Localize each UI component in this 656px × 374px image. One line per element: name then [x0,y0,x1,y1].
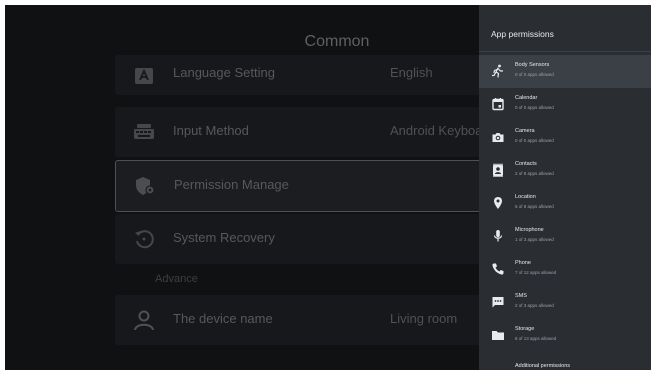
menu-item-device-name[interactable]: The device name Living room [115,295,485,345]
camera-icon [492,133,504,142]
permission-name: Location [515,194,536,200]
keyboard-icon [134,124,154,139]
permission-name: Camera [515,128,535,134]
permission-count: 8 of 13 apps allowed [515,336,557,341]
permission-item-phone[interactable]: Phone 7 of 12 apps allowed [479,253,651,286]
permission-name: Microphone [515,227,544,233]
menu-item-language[interactable]: Language Setting English [115,55,485,95]
permission-count: 5 of 8 apps allowed [515,204,554,209]
permission-item-camera[interactable]: Camera 0 of 0 apps allowed [479,121,651,154]
calendar-icon [492,98,504,111]
permission-name: Body Sensors [515,62,550,68]
sms-icon [492,297,504,308]
permission-name: SMS [515,293,527,299]
menu-item-input-method[interactable]: Input Method Android Keyboard [115,107,494,157]
permission-name: Phone [515,260,531,266]
permission-count: 2 of 3 apps allowed [515,303,554,308]
permission-item-body-sensors[interactable]: Body Sensors 0 of 0 apps allowed [479,55,651,88]
section-header-advance: Advance [155,273,198,285]
permission-count: 2 of 8 apps allowed [515,171,554,176]
permission-item-sms[interactable]: SMS 2 of 3 apps allowed [479,286,651,319]
restore-icon [135,230,154,249]
menu-item-permission-manage[interactable]: Permission Manage [115,160,487,212]
permission-name: Additional permissions [515,363,571,369]
menu-item-label: System Recovery [173,230,275,245]
settings-background: Common Language Setting English Input Me… [5,5,494,370]
menu-item-label: The device name [173,311,273,326]
divider [479,51,651,52]
microphone-icon [493,230,503,242]
permission-item-contacts[interactable]: Contacts 2 of 8 apps allowed [479,154,651,187]
permission-item-additional[interactable]: Additional permissions [479,352,651,370]
menu-item-label: Permission Manage [174,177,289,192]
permission-count: 7 of 12 apps allowed [515,270,557,275]
permission-count: 0 of 0 apps allowed [515,105,554,110]
permission-count: 0 of 0 apps allowed [515,72,554,77]
panel-title: App permissions [491,29,554,39]
person-icon [134,310,154,331]
phone-icon [492,263,504,275]
shield-gear-icon [136,177,155,195]
tv-screen: Common Language Setting English Input Me… [5,5,651,370]
menu-item-label: Language Setting [173,65,275,80]
menu-item-label: Input Method [173,123,249,138]
location-icon [494,197,502,209]
permission-item-microphone[interactable]: Microphone 1 of 3 apps allowed [479,220,651,253]
menu-item-value: English [390,65,433,80]
permission-count: 1 of 3 apps allowed [515,237,554,242]
menu-item-value: Living room [390,311,458,326]
permission-name: Calendar [515,95,538,101]
menu-item-system-recovery[interactable]: System Recovery [115,214,485,264]
list-icon [491,361,505,370]
permission-name: Storage [515,326,535,332]
run-icon [491,64,504,78]
language-icon [135,68,153,84]
permission-item-calendar[interactable]: Calendar 0 of 0 apps allowed [479,88,651,121]
folder-icon [492,331,504,340]
permission-item-location[interactable]: Location 5 of 8 apps allowed [479,187,651,220]
permission-count: 0 of 0 apps allowed [515,138,554,143]
contacts-icon [493,163,503,177]
permission-item-storage[interactable]: Storage 8 of 13 apps allowed [479,319,651,352]
permission-name: Contacts [515,161,537,167]
app-permissions-panel: App permissions Body Sensors 0 of 0 apps… [479,5,651,370]
